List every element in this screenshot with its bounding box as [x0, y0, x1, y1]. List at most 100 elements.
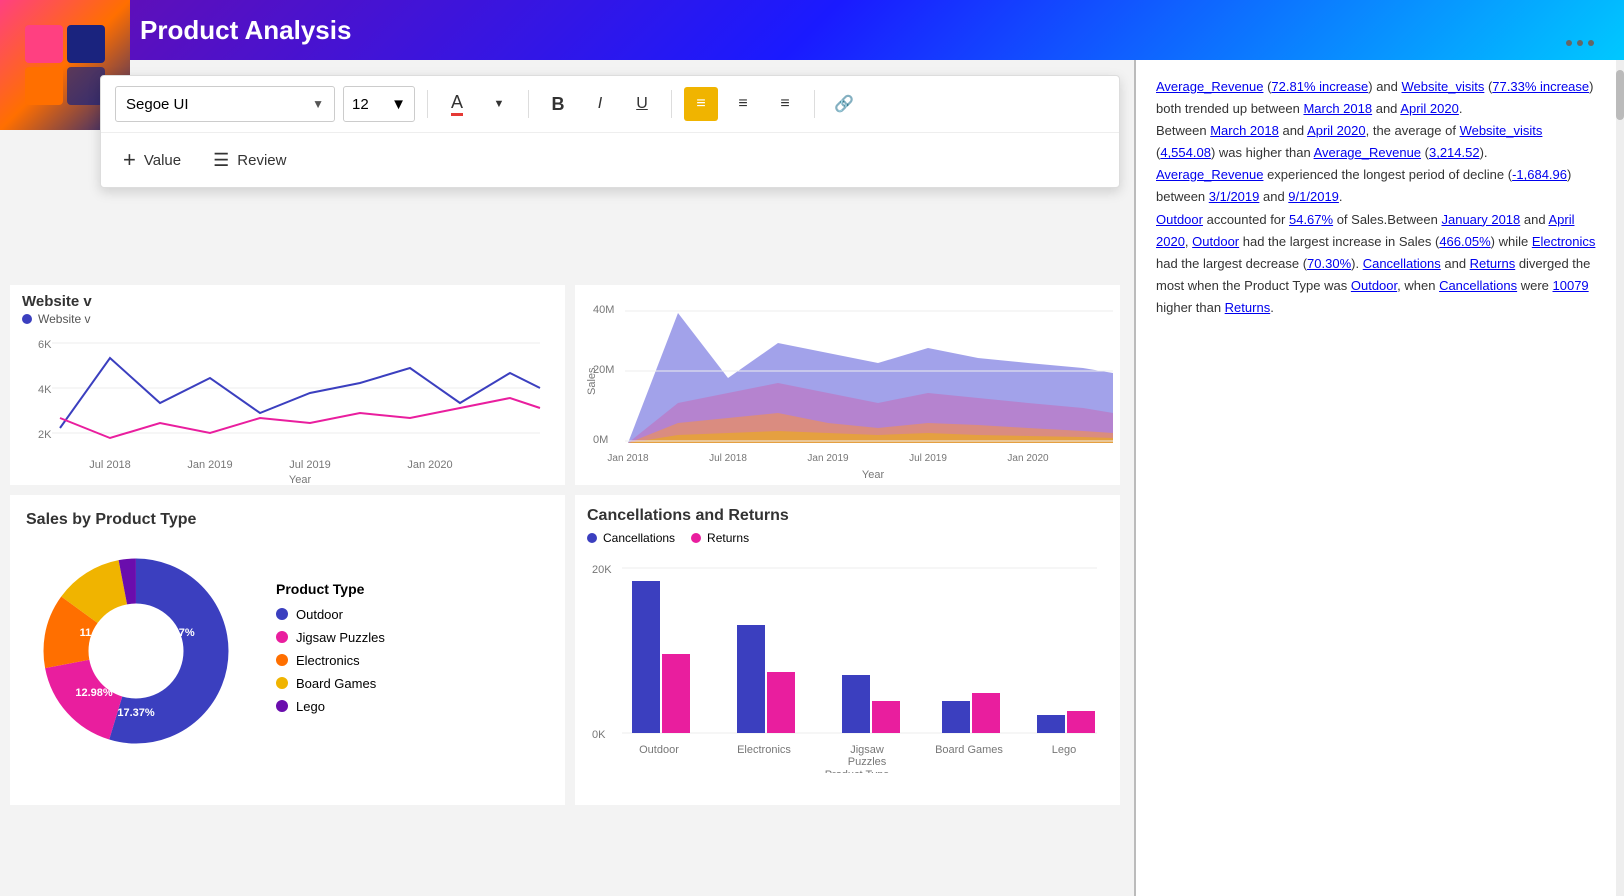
link-avg-revenue-3[interactable]: Average_Revenue — [1156, 167, 1263, 182]
add-value-button[interactable]: + Value — [115, 143, 189, 177]
insight-paragraph-1: Average_Revenue (72.81% increase) and We… — [1156, 76, 1604, 120]
link-10079[interactable]: 10079 — [1553, 278, 1589, 293]
legend-text-cancellations: Cancellations — [603, 531, 675, 545]
svg-text:Puzzles: Puzzles — [848, 756, 887, 768]
link-avg-revenue-1[interactable]: Average_Revenue — [1156, 79, 1263, 94]
insight-paragraph-2: Between March 2018 and April 2020, the a… — [1156, 120, 1604, 164]
legend-label-lego: Lego — [296, 699, 325, 714]
font-family-value: Segoe UI — [126, 96, 189, 113]
underline-button[interactable]: U — [625, 87, 659, 121]
svg-text:0M: 0M — [593, 434, 608, 446]
sep1 — [427, 90, 428, 118]
sidebar-scroll-thumb[interactable] — [1616, 70, 1624, 120]
link-neg1684[interactable]: -1,684.96 — [1512, 167, 1567, 182]
font-family-select[interactable]: Segoe UI ▼ — [115, 86, 335, 122]
svg-text:6K: 6K — [38, 339, 52, 351]
website-chart-legend: Website v — [10, 310, 565, 328]
svg-text:Year: Year — [289, 474, 312, 483]
link-returns[interactable]: Returns — [1470, 256, 1516, 271]
bar-boardgames-return — [972, 693, 1000, 733]
donut-chart-container: 54.67% 17.37% 12.98% 11.96% Product Type… — [26, 541, 549, 761]
link-electronics[interactable]: Electronics — [1532, 234, 1596, 249]
svg-text:12.98%: 12.98% — [75, 687, 113, 699]
svg-text:Jul 2019: Jul 2019 — [909, 453, 947, 464]
bold-button[interactable]: B — [541, 87, 575, 121]
link-7030pct[interactable]: 70.30% — [1307, 256, 1351, 271]
link-outdoor-3[interactable]: Outdoor — [1351, 278, 1397, 293]
donut-chart-section: Sales by Product Type 54.67% — [10, 495, 565, 805]
link-april-2020-1[interactable]: April 2020 — [1400, 101, 1459, 116]
legend-text-returns: Returns — [707, 531, 749, 545]
link-button[interactable]: 🔗 — [827, 87, 861, 121]
three-dot-menu[interactable] — [1566, 40, 1594, 46]
svg-text:11.96%: 11.96% — [80, 627, 117, 639]
legend-lego: Lego — [276, 699, 385, 714]
legend-cancellations: Cancellations — [587, 531, 675, 545]
bar-chart-svg: 20K 0K Outdoor Electronics Jigsaw Puzzle… — [587, 553, 1107, 773]
legend-dot-returns — [691, 533, 701, 543]
svg-text:20K: 20K — [592, 564, 612, 576]
legend-label-outdoor: Outdoor — [296, 607, 343, 622]
website-chart-svg: 6K 4K 2K Jul 2018 Jan 2019 Jul 2019 Jan … — [10, 328, 550, 483]
link-91-2019[interactable]: 9/1/2019 — [1288, 189, 1339, 204]
svg-text:40M: 40M — [593, 304, 614, 316]
legend-color-lego — [276, 700, 288, 712]
svg-text:Jan 2020: Jan 2020 — [1007, 453, 1049, 464]
sep2 — [528, 90, 529, 118]
bar-electronics-cancel — [737, 625, 765, 733]
link-cancellations-2[interactable]: Cancellations — [1439, 278, 1517, 293]
value-label: Value — [144, 152, 181, 169]
legend-label-boardgames: Board Games — [296, 676, 376, 691]
stacked-area-chart: 40M 20M 0M Sales Jan 2018 Jul 2018 Jan 2… — [575, 285, 1120, 485]
link-march-2018-1[interactable]: March 2018 — [1303, 101, 1372, 116]
link-5467pct[interactable]: 54.67% — [1289, 212, 1333, 227]
link-77pct[interactable]: 77.33% increase — [1492, 79, 1589, 94]
font-color-button[interactable]: A — [440, 87, 474, 121]
link-466pct[interactable]: 466.05% — [1439, 234, 1490, 249]
link-april-2020-2[interactable]: April 2020 — [1307, 123, 1366, 138]
link-outdoor-2[interactable]: Outdoor — [1192, 234, 1239, 249]
link-march-2018-2[interactable]: March 2018 — [1210, 123, 1279, 138]
legend-title: Product Type — [276, 581, 385, 597]
formatting-toolbar: Segoe UI ▼ 12 ▼ A ▼ B I U ≡ — [100, 75, 1120, 188]
italic-button[interactable]: I — [583, 87, 617, 121]
bar-outdoor-return — [662, 654, 690, 733]
link-returns-2[interactable]: Returns — [1225, 300, 1271, 315]
donut-wrap: 54.67% 17.37% 12.98% 11.96% — [26, 541, 246, 761]
svg-text:Sales: Sales — [586, 367, 598, 395]
font-size-arrow: ▼ — [391, 96, 406, 113]
bar-outdoor-cancel — [632, 581, 660, 733]
sep4 — [814, 90, 815, 118]
link-72pct[interactable]: 72.81% increase — [1271, 79, 1368, 94]
link-avg-revenue-2[interactable]: Average_Revenue — [1314, 145, 1421, 160]
font-color-dropdown[interactable]: ▼ — [482, 87, 516, 121]
website-chart: Website v Website v 6K 4K 2K Jul 2018 Ja… — [10, 285, 565, 485]
align-center-button[interactable]: ≡ — [726, 87, 760, 121]
header: Product Analysis — [0, 0, 1624, 60]
insight-paragraph-4: Outdoor accounted for 54.67% of Sales.Be… — [1156, 209, 1604, 319]
font-size-select[interactable]: 12 ▼ — [343, 86, 415, 122]
link-jan-2018[interactable]: January 2018 — [1441, 212, 1520, 227]
align-left-button[interactable]: ≡ — [684, 87, 718, 121]
link-cancellations[interactable]: Cancellations — [1363, 256, 1441, 271]
link-website-visits-1[interactable]: Website_visits — [1402, 79, 1485, 94]
plus-icon: + — [123, 147, 136, 173]
svg-text:54.67%: 54.67% — [157, 627, 195, 639]
align-left-icon: ≡ — [696, 95, 705, 113]
donut-chart-title: Sales by Product Type — [26, 511, 549, 529]
link-website-visits-2[interactable]: Website_visits — [1460, 123, 1543, 138]
svg-text:Jan 2019: Jan 2019 — [807, 453, 849, 464]
toolbar-bottom-row: + Value ☰ Review — [101, 133, 1119, 187]
underline-icon: U — [636, 95, 648, 113]
link-4554[interactable]: 4,554.08 — [1160, 145, 1211, 160]
svg-text:0K: 0K — [592, 729, 606, 741]
review-button[interactable]: ☰ Review — [205, 146, 294, 175]
link-31-2019[interactable]: 3/1/2019 — [1209, 189, 1260, 204]
align-right-button[interactable]: ≡ — [768, 87, 802, 121]
svg-text:17.37%: 17.37% — [117, 707, 155, 719]
link-3214[interactable]: 3,214.52 — [1429, 145, 1480, 160]
link-outdoor-1[interactable]: Outdoor — [1156, 212, 1203, 227]
toolbar-top-row: Segoe UI ▼ 12 ▼ A ▼ B I U ≡ — [101, 76, 1119, 133]
font-size-value: 12 — [352, 96, 369, 113]
bar-chart-title: Cancellations and Returns — [587, 507, 1108, 525]
